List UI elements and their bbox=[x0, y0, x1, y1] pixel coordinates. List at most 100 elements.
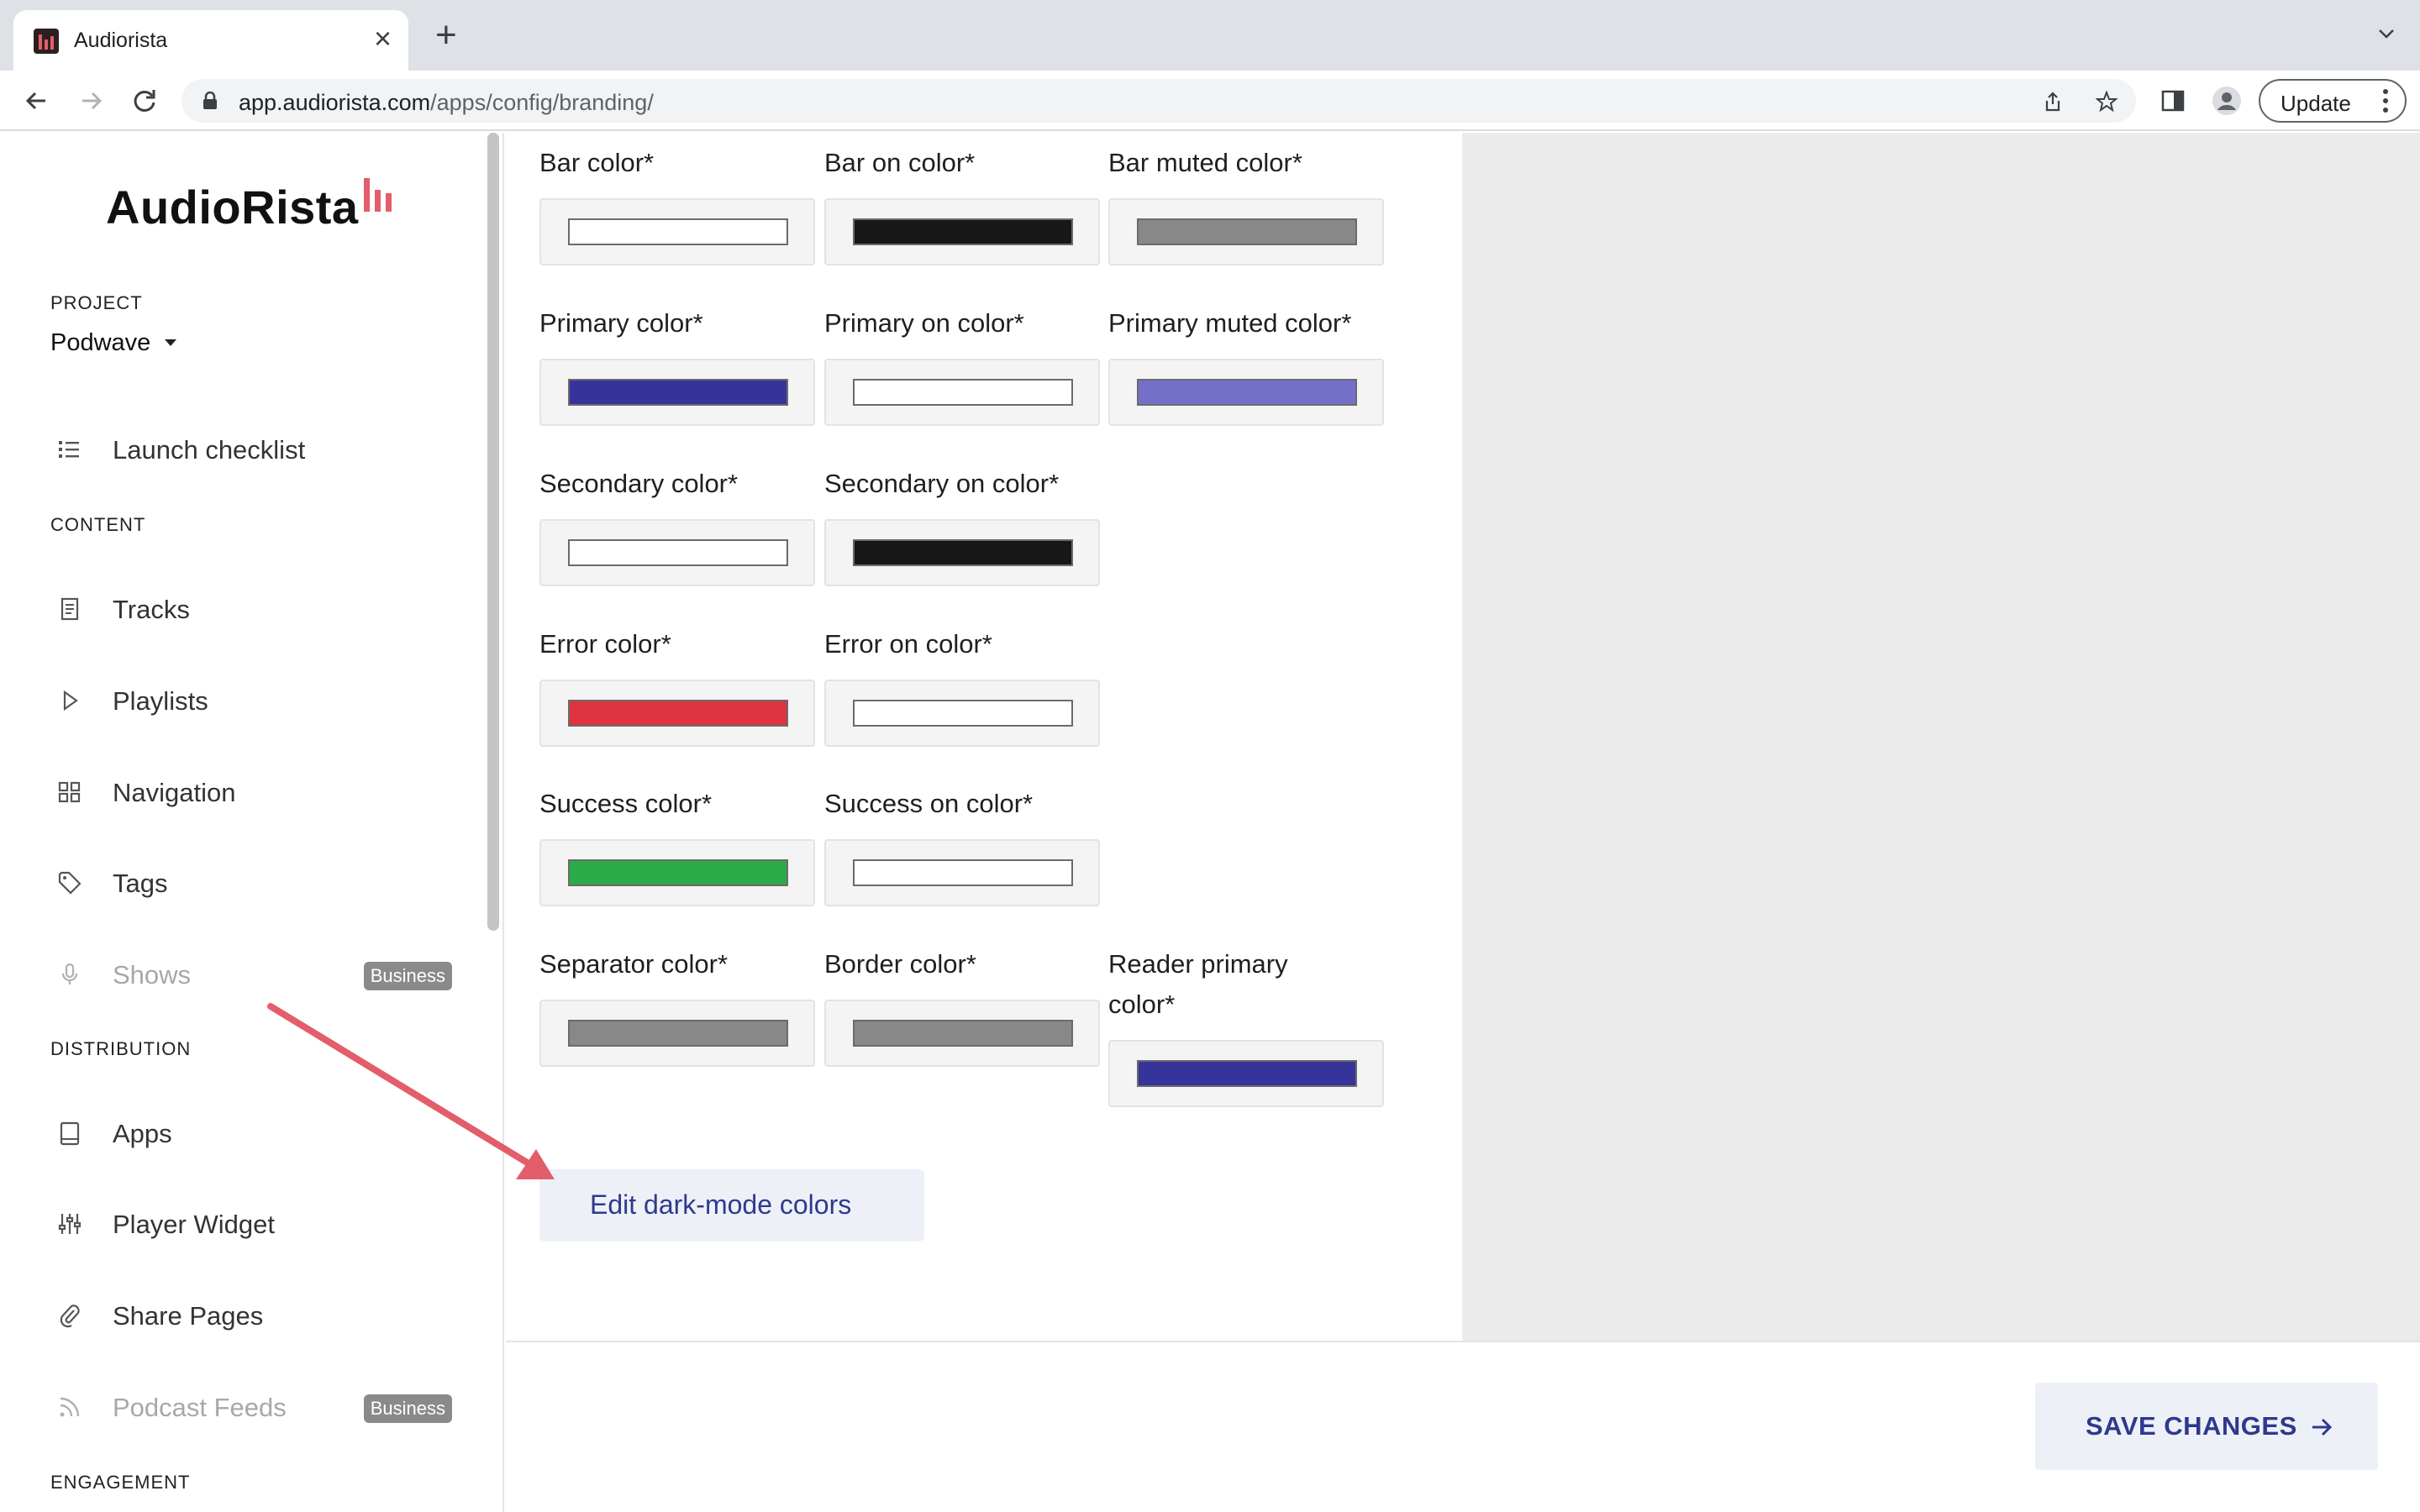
field-label: Reader primary color* bbox=[1108, 949, 1288, 1019]
nav-label: Player Widget bbox=[113, 1210, 275, 1239]
button-label: SAVE CHANGES bbox=[2086, 1411, 2297, 1441]
new-tab-icon[interactable]: + bbox=[435, 17, 457, 54]
update-button[interactable]: Update bbox=[2259, 79, 2407, 123]
color-swatch[interactable] bbox=[853, 859, 1073, 886]
color-picker[interactable] bbox=[1108, 359, 1384, 426]
nav-podcast-feeds[interactable]: Podcast Feeds Business bbox=[50, 1381, 454, 1431]
back-arrow-icon[interactable] bbox=[18, 82, 55, 119]
business-badge: Business bbox=[363, 962, 452, 990]
sidebar: AudioRista PROJECT Podwave Launch checkl… bbox=[0, 133, 504, 1512]
success-on-color-field: Success on color* bbox=[824, 784, 1102, 906]
browser-toolbar: app.audiorista.com/apps/config/branding/… bbox=[0, 71, 2420, 131]
play-icon bbox=[63, 690, 78, 711]
color-swatch[interactable] bbox=[1137, 1060, 1357, 1087]
nav-label: Tracks bbox=[113, 595, 190, 624]
preview-pane bbox=[1462, 133, 2420, 1341]
tablet-icon bbox=[60, 1121, 80, 1146]
border-color-field: Border color* bbox=[824, 944, 1102, 1067]
color-swatch[interactable] bbox=[853, 218, 1073, 245]
more-vertical-icon bbox=[2383, 89, 2388, 114]
color-picker[interactable] bbox=[824, 1000, 1100, 1067]
audiorista-favicon-icon bbox=[34, 29, 59, 54]
star-icon[interactable] bbox=[2096, 91, 2118, 113]
color-swatch[interactable] bbox=[1137, 218, 1357, 245]
app-logo[interactable]: AudioRista bbox=[106, 180, 359, 234]
field-label: Error color* bbox=[539, 629, 671, 659]
grid-icon bbox=[58, 781, 81, 803]
field-label: Bar muted color* bbox=[1108, 148, 1302, 177]
color-picker[interactable] bbox=[1108, 1040, 1384, 1107]
rss-icon bbox=[60, 1397, 80, 1417]
field-label: Primary on color* bbox=[824, 308, 1024, 338]
color-picker[interactable] bbox=[539, 839, 815, 906]
tag-icon bbox=[58, 871, 82, 895]
bar-on-color-field: Bar on color* bbox=[824, 143, 1102, 265]
nav-label: Navigation bbox=[113, 778, 236, 807]
content-section-label: CONTENT bbox=[50, 514, 146, 535]
nav-launch-checklist[interactable]: Launch checklist bbox=[50, 423, 454, 474]
sliders-icon bbox=[58, 1214, 82, 1234]
lock-icon[interactable] bbox=[202, 92, 218, 110]
color-picker[interactable] bbox=[539, 359, 815, 426]
project-selector[interactable]: Podwave bbox=[50, 329, 150, 357]
side-panel-icon[interactable] bbox=[2161, 89, 2185, 113]
color-swatch[interactable] bbox=[853, 539, 1073, 566]
field-label: Bar on color* bbox=[824, 148, 976, 177]
address-bar[interactable]: app.audiorista.com/apps/config/branding/ bbox=[182, 79, 2136, 123]
color-picker[interactable] bbox=[539, 1000, 815, 1067]
chevron-down-icon[interactable] bbox=[2376, 24, 2396, 44]
color-swatch[interactable] bbox=[853, 1020, 1073, 1047]
tab-title: Audiorista bbox=[74, 29, 168, 52]
nav-apps[interactable]: Apps bbox=[50, 1107, 454, 1158]
color-swatch[interactable] bbox=[853, 379, 1073, 406]
success-color-field: Success color* bbox=[539, 784, 817, 906]
color-swatch[interactable] bbox=[853, 700, 1073, 727]
color-picker[interactable] bbox=[824, 680, 1100, 747]
nav-share-pages[interactable]: Share Pages bbox=[50, 1289, 454, 1340]
nav-label: Launch checklist bbox=[113, 435, 306, 465]
microphone-icon bbox=[61, 963, 78, 984]
url-text[interactable]: app.audiorista.com/apps/config/branding/ bbox=[239, 90, 654, 116]
color-swatch[interactable] bbox=[1137, 379, 1357, 406]
primary-color-field: Primary color* bbox=[539, 303, 817, 426]
color-picker[interactable] bbox=[539, 198, 815, 265]
save-changes-button[interactable]: SAVE CHANGES bbox=[2035, 1383, 2378, 1470]
forward-arrow-icon[interactable] bbox=[72, 82, 109, 119]
nav-navigation[interactable]: Navigation bbox=[50, 766, 454, 816]
close-tab-icon[interactable]: × bbox=[374, 24, 392, 54]
color-swatch[interactable] bbox=[568, 1020, 788, 1047]
nav-playlists[interactable]: Playlists bbox=[50, 675, 454, 725]
profile-avatar-icon[interactable] bbox=[2212, 86, 2242, 116]
color-picker[interactable] bbox=[824, 519, 1100, 586]
error-on-color-field: Error on color* bbox=[824, 624, 1102, 747]
color-swatch[interactable] bbox=[568, 218, 788, 245]
color-swatch[interactable] bbox=[568, 700, 788, 727]
color-picker[interactable] bbox=[539, 519, 815, 586]
color-picker[interactable] bbox=[824, 839, 1100, 906]
browser-tab[interactable]: Audiorista × bbox=[13, 10, 408, 71]
document-icon bbox=[60, 597, 79, 621]
nav-tracks[interactable]: Tracks bbox=[50, 583, 454, 633]
nav-label: Playlists bbox=[113, 686, 208, 716]
color-swatch[interactable] bbox=[568, 539, 788, 566]
share-icon[interactable] bbox=[2042, 91, 2064, 113]
color-picker[interactable] bbox=[824, 359, 1100, 426]
color-picker[interactable] bbox=[824, 198, 1100, 265]
field-label: Error on color* bbox=[824, 629, 992, 659]
browser-tab-bar: Audiorista × + bbox=[0, 0, 2420, 71]
nav-shows[interactable]: Shows Business bbox=[50, 948, 454, 999]
reload-icon[interactable] bbox=[126, 82, 163, 119]
edit-dark-mode-colors-button[interactable]: Edit dark-mode colors bbox=[539, 1169, 924, 1242]
field-label: Secondary color* bbox=[539, 469, 739, 498]
sidebar-scrollbar[interactable] bbox=[487, 133, 499, 931]
nav-tags[interactable]: Tags bbox=[50, 857, 454, 907]
color-picker[interactable] bbox=[1108, 198, 1384, 265]
caret-down-icon[interactable] bbox=[165, 339, 176, 346]
field-label: Primary muted color* bbox=[1108, 308, 1352, 338]
color-picker[interactable] bbox=[539, 680, 815, 747]
color-swatch[interactable] bbox=[568, 379, 788, 406]
nav-player-widget[interactable]: Player Widget bbox=[50, 1198, 454, 1248]
error-color-field: Error color* bbox=[539, 624, 817, 747]
secondary-color-field: Secondary color* bbox=[539, 464, 817, 586]
color-swatch[interactable] bbox=[568, 859, 788, 886]
